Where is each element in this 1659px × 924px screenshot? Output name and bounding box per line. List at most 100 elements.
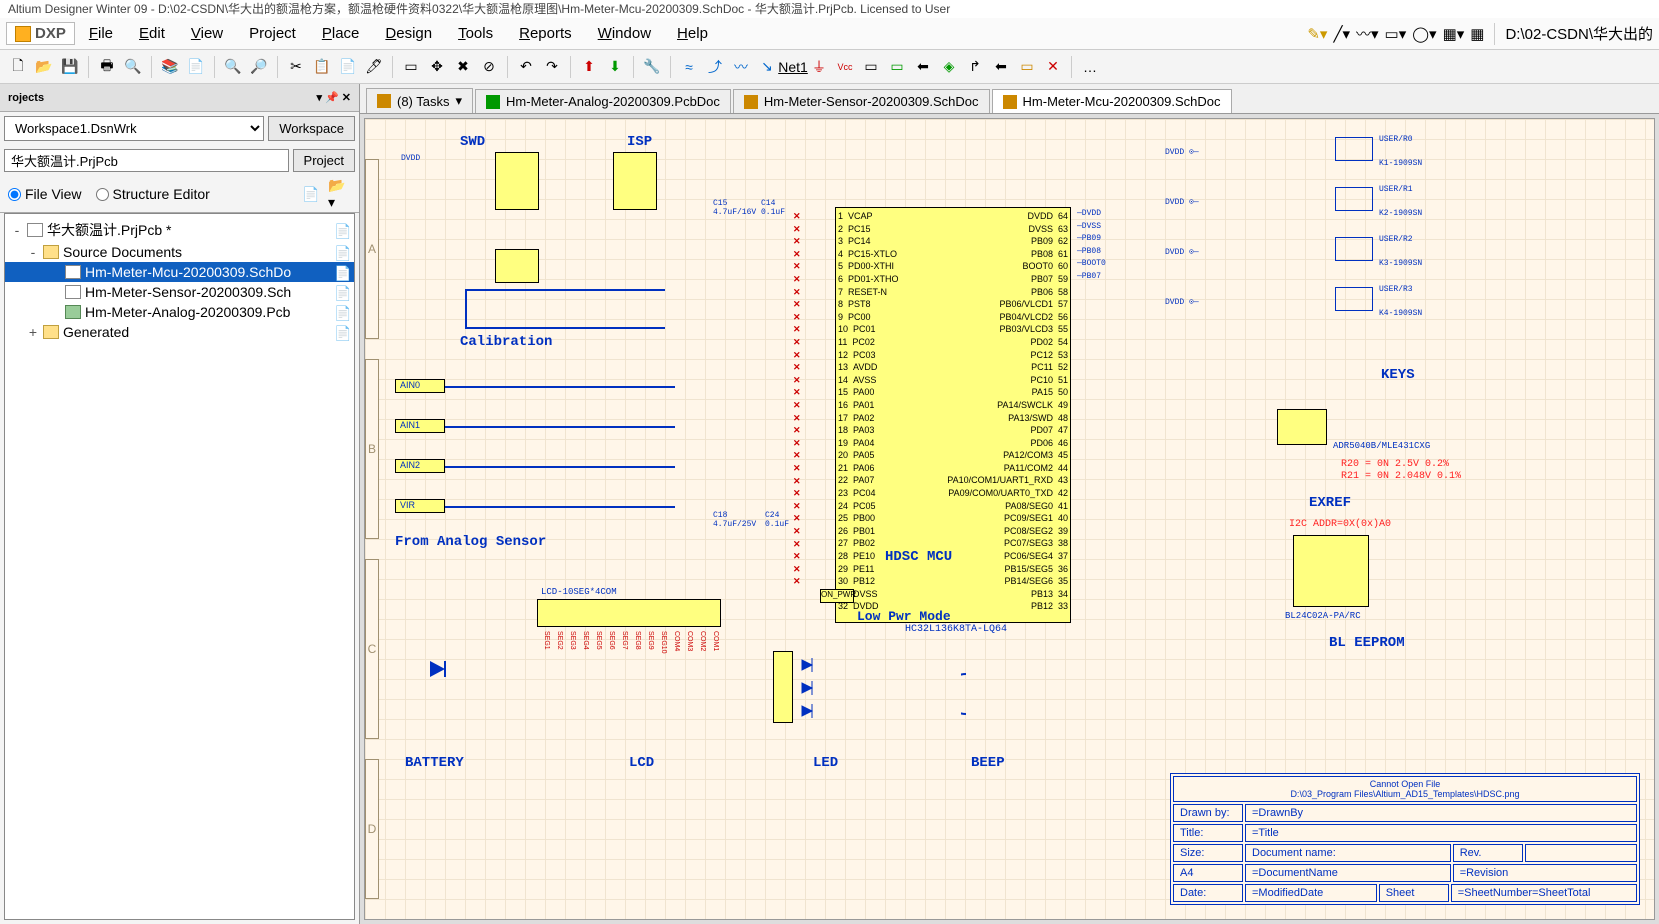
panel-dropdown-icon[interactable]: ▾ 📌 ✕ [316,91,351,104]
clear-icon[interactable]: ⊘ [477,55,501,79]
project-button[interactable]: Project [293,149,355,172]
stamp-icon[interactable]: 🖊 [362,55,386,79]
swd-header2 [495,249,539,283]
workspace-select[interactable]: Workspace1.DsnWrk [4,116,264,141]
port-AIN0: AIN0 [395,379,445,393]
key-row: DVDD ⊙— USER/R3 K4-1909SN [1165,283,1445,325]
busent-icon[interactable]: ↘ [755,55,779,79]
box-icon[interactable]: ▭ [1015,55,1039,79]
on-pwr-net: ON_PWR [820,589,854,603]
line-icon[interactable]: ╱▾ [1333,25,1350,43]
port-icon[interactable]: ⬅ [911,55,935,79]
redo-icon[interactable]: ↷ [540,55,564,79]
tree-item[interactable]: Hm-Meter-Sensor-20200309.Sch📄 [5,282,354,302]
bus-icon[interactable]: ⤴ [703,55,727,79]
project-tree[interactable]: -华大额温计.PrjPcb *📄-Source Documents📄Hm-Met… [4,213,355,920]
pencil-icon[interactable]: ✎▾ [1307,25,1327,43]
paste-icon[interactable]: 📄 [336,55,360,79]
undo-icon[interactable]: ↶ [514,55,538,79]
rect-icon[interactable]: ▭▾ [1385,25,1407,43]
menu-design[interactable]: Design [373,21,444,46]
lib-icon[interactable]: 📚 [158,55,182,79]
port-VIR: VIR [395,499,445,513]
menu-edit[interactable]: Edit [127,21,177,46]
preview-icon[interactable]: 🔍 [121,55,145,79]
eeprom-addr: I2C ADDR=0X(0x)A0 [1289,519,1391,530]
wire-icon[interactable]: ≈ [677,55,701,79]
tree-btn1-icon[interactable]: 📄 [299,182,323,206]
dxp-menu[interactable]: DXP [6,22,75,45]
port2-icon[interactable]: ⬅ [989,55,1013,79]
hier-up-icon[interactable]: ⬆ [577,55,601,79]
workspace-button[interactable]: Workspace [268,116,355,141]
netlbl-icon[interactable]: Net1 [781,55,805,79]
exref-part: ADR5040B/MLE431CXG [1333,441,1430,451]
zoom-icon[interactable]: 🔍 [221,55,245,79]
gnd-icon[interactable]: ⏚ [807,55,831,79]
new-icon[interactable]: 🗋 [6,55,30,79]
schematic-canvas[interactable]: A B C D SWD DVDD ISP Calibration From An… [364,118,1655,920]
key-row: DVDD ⊙— USER/R0 K1-1909SN [1165,133,1445,175]
move-icon[interactable]: ✥ [425,55,449,79]
calibration-label: Calibration [460,334,552,350]
more-icon[interactable]: … [1078,55,1102,79]
document-tab[interactable]: Hm-Meter-Sensor-20200309.SchDoc [733,89,990,113]
desel-icon[interactable]: ✖ [451,55,475,79]
file-view-radio[interactable]: File View [8,182,82,206]
eeprom-label: BL EEPROM [1329,635,1405,651]
mcu-part: HC32L136K8TA-LQ64 [905,624,1007,635]
curve-icon[interactable]: 〰▾ [1356,23,1379,44]
document-tab[interactable]: Hm-Meter-Mcu-20200309.SchDoc [992,89,1232,113]
led-chip [773,651,793,723]
port-AIN1: AIN1 [395,419,445,433]
menu-project[interactable]: Project [237,21,308,46]
hier-dn-icon[interactable]: ⬇ [603,55,627,79]
mcu-chip: 1 VCAP2 PC153 PC144 PC15-XTLO5 PD00-XTHI… [835,207,1071,623]
sheet-icon[interactable]: 📄 [184,55,208,79]
menu-view[interactable]: View [179,21,235,46]
menu-place[interactable]: Place [310,21,372,46]
circle-icon[interactable]: ◯▾ [1412,25,1436,43]
sheet-sym-icon[interactable]: ▭ [885,55,909,79]
harness-icon[interactable]: ◈ [937,55,961,79]
document-tab[interactable]: Hm-Meter-Analog-20200309.PcbDoc [475,89,731,113]
structure-editor-radio[interactable]: Structure Editor [96,182,210,206]
part-icon[interactable]: ▭ [859,55,883,79]
zoom2-icon[interactable]: 🔎 [247,55,271,79]
tree-item[interactable]: Hm-Meter-Analog-20200309.Pcb📄 [5,302,354,322]
menu-tools[interactable]: Tools [446,21,505,46]
vcc-icon[interactable]: Vcc [833,55,857,79]
tree-item[interactable]: -华大额温计.PrjPcb *📄 [5,218,354,242]
browse-icon[interactable]: 🔧 [640,55,664,79]
open-icon[interactable]: 📂 [32,55,56,79]
grid-icon[interactable]: ▦▾ [1443,25,1465,43]
tree-btn2-icon[interactable]: 📂▾ [327,182,351,206]
menu-file[interactable]: File [77,21,125,46]
isp-header [613,152,657,210]
port-AIN2: AIN2 [395,459,445,473]
select-icon[interactable]: ▭ [399,55,423,79]
led-label: LED [813,755,838,771]
harness2-icon[interactable]: ↱ [963,55,987,79]
print-icon[interactable]: 🖶 [95,55,119,79]
menu-reports[interactable]: Reports [507,21,584,46]
menu-window[interactable]: Window [586,21,663,46]
tree-item[interactable]: Hm-Meter-Mcu-20200309.SchDo📄 [5,262,354,282]
tree-item[interactable]: +Generated📄 [5,322,354,342]
menu-help[interactable]: Help [665,21,720,46]
grid2-icon[interactable]: ▦ [1470,25,1484,43]
project-field[interactable] [4,149,289,172]
path-field: D:\02-CSDN\华大出的 [1505,23,1653,44]
noerc-icon[interactable]: ✕ [1041,55,1065,79]
document-tab[interactable]: (8) Tasks ▾ [366,88,473,113]
lowpwr-label: Low Pwr Mode [857,609,951,624]
save-icon[interactable]: 💾 [58,55,82,79]
tree-item[interactable]: -Source Documents📄 [5,242,354,262]
cut-icon[interactable]: ✂ [284,55,308,79]
exref-note2: R21 = 0N 2.048V 0.1% [1341,471,1461,482]
dvdd-net: DVDD [401,154,420,163]
bus2-icon[interactable]: 〰 [729,55,753,79]
copy-icon[interactable]: 📋 [310,55,334,79]
key-row: DVDD ⊙— USER/R2 K3-1909SN [1165,233,1445,275]
editor-area: (8) Tasks ▾Hm-Meter-Analog-20200309.PcbD… [360,84,1659,924]
